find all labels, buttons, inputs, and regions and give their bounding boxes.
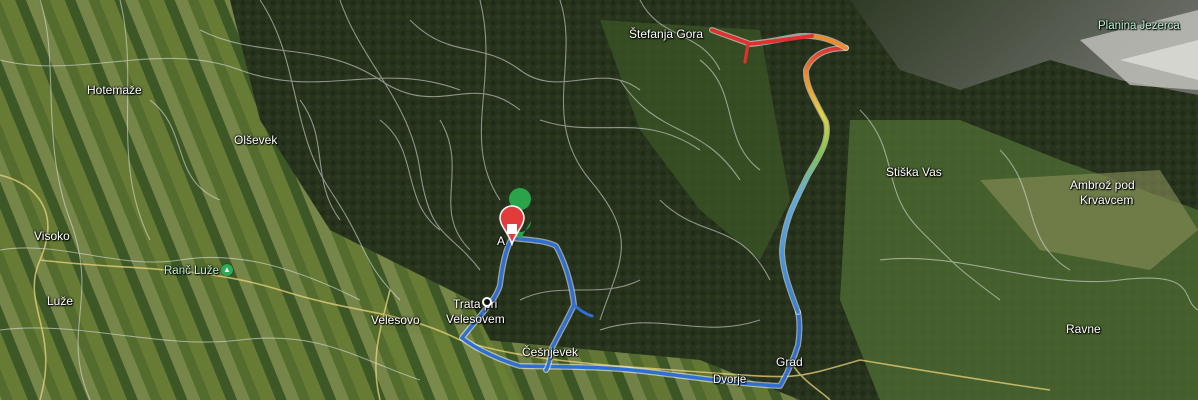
place-label: Grad [776, 355, 803, 369]
place-label: Štefanja Gora [629, 27, 704, 41]
place-label: Velesovo [371, 313, 420, 327]
satellite-imagery [0, 0, 1198, 400]
place-label: Ravne [1066, 322, 1101, 336]
place-label: A [497, 234, 506, 248]
place-label: Luže [47, 294, 74, 308]
map-canvas[interactable]: Štefanja Gora Hotemaže Olševek Visoko Lu… [0, 0, 1198, 400]
poi-label: Ranč Luže [164, 265, 219, 277]
waypoint-dot-icon[interactable] [482, 297, 492, 307]
place-label: Olševek [234, 133, 278, 147]
place-label: Ambrož pod [1070, 178, 1135, 192]
place-label: Češnjevek [522, 345, 579, 359]
mountain-icon[interactable]: ▲ [221, 264, 233, 276]
place-label: Velesovem [446, 312, 505, 326]
place-label: Planina Jezerca [1098, 20, 1180, 32]
place-label: Dvorje [713, 374, 747, 386]
place-label: Hotemaže [87, 83, 142, 97]
place-label: Stiška Vas [886, 165, 942, 179]
place-label: Krvavcem [1080, 193, 1134, 207]
place-label: Visoko [34, 229, 70, 243]
